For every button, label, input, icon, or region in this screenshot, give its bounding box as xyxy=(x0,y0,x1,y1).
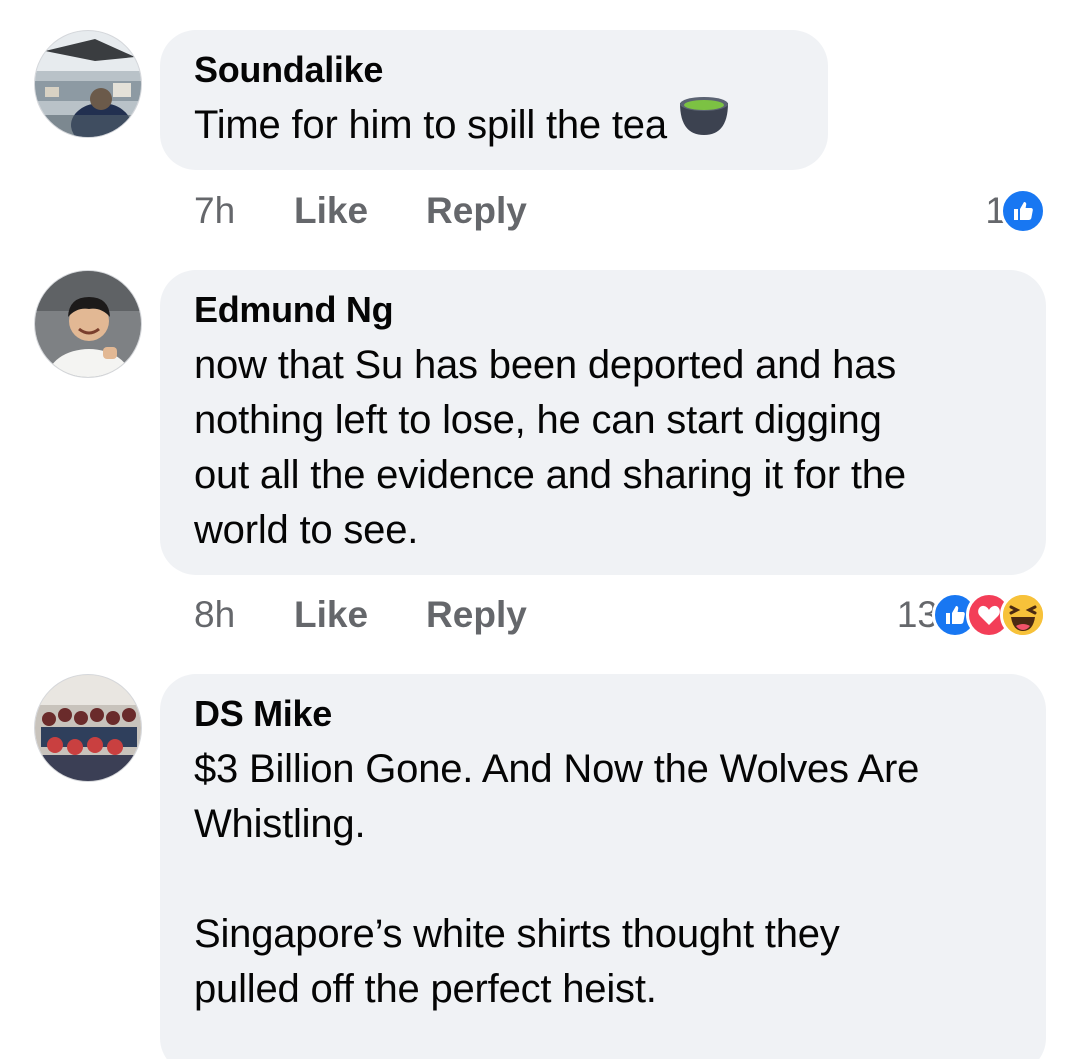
comment-bubble: DS Mike $3 Billion Gone. And Now the Wol… xyxy=(160,674,1046,1059)
haha-icon xyxy=(1000,592,1046,638)
avatar[interactable] xyxy=(34,30,142,138)
avatar[interactable] xyxy=(34,674,142,782)
like-icon xyxy=(1000,188,1046,234)
reply-button[interactable]: Reply xyxy=(426,594,527,636)
reply-button[interactable]: Reply xyxy=(426,190,527,232)
comment-author[interactable]: Soundalike xyxy=(194,50,794,90)
like-button[interactable]: Like xyxy=(294,594,368,636)
reaction-summary[interactable]: 1 xyxy=(985,186,1046,236)
comment-author[interactable]: DS Mike xyxy=(194,694,1012,734)
comment-text: now that Su has been deported and has no… xyxy=(194,343,906,552)
comment-bubble: Soundalike Time for him to spill the tea xyxy=(160,30,828,170)
comment-meta: 7h Like Reply xyxy=(194,186,585,236)
comment-bubble: Edmund Ng now that Su has been deported … xyxy=(160,270,1046,575)
comment-text: $3 Billion Gone. And Now the Wolves Are … xyxy=(194,747,920,1011)
like-button[interactable]: Like xyxy=(294,190,368,232)
comment-author[interactable]: Edmund Ng xyxy=(194,290,1012,330)
comment-meta: 8h Like Reply xyxy=(194,590,585,640)
comments-thread: Soundalike Time for him to spill the tea… xyxy=(0,0,1080,1059)
comment-time[interactable]: 7h xyxy=(194,190,294,232)
comment-text: Time for him to spill the tea xyxy=(194,95,794,156)
comment-time[interactable]: 8h xyxy=(194,594,294,636)
tea-cup-icon xyxy=(677,95,731,152)
avatar[interactable] xyxy=(34,270,142,378)
reaction-summary[interactable]: 13 xyxy=(897,590,1046,640)
